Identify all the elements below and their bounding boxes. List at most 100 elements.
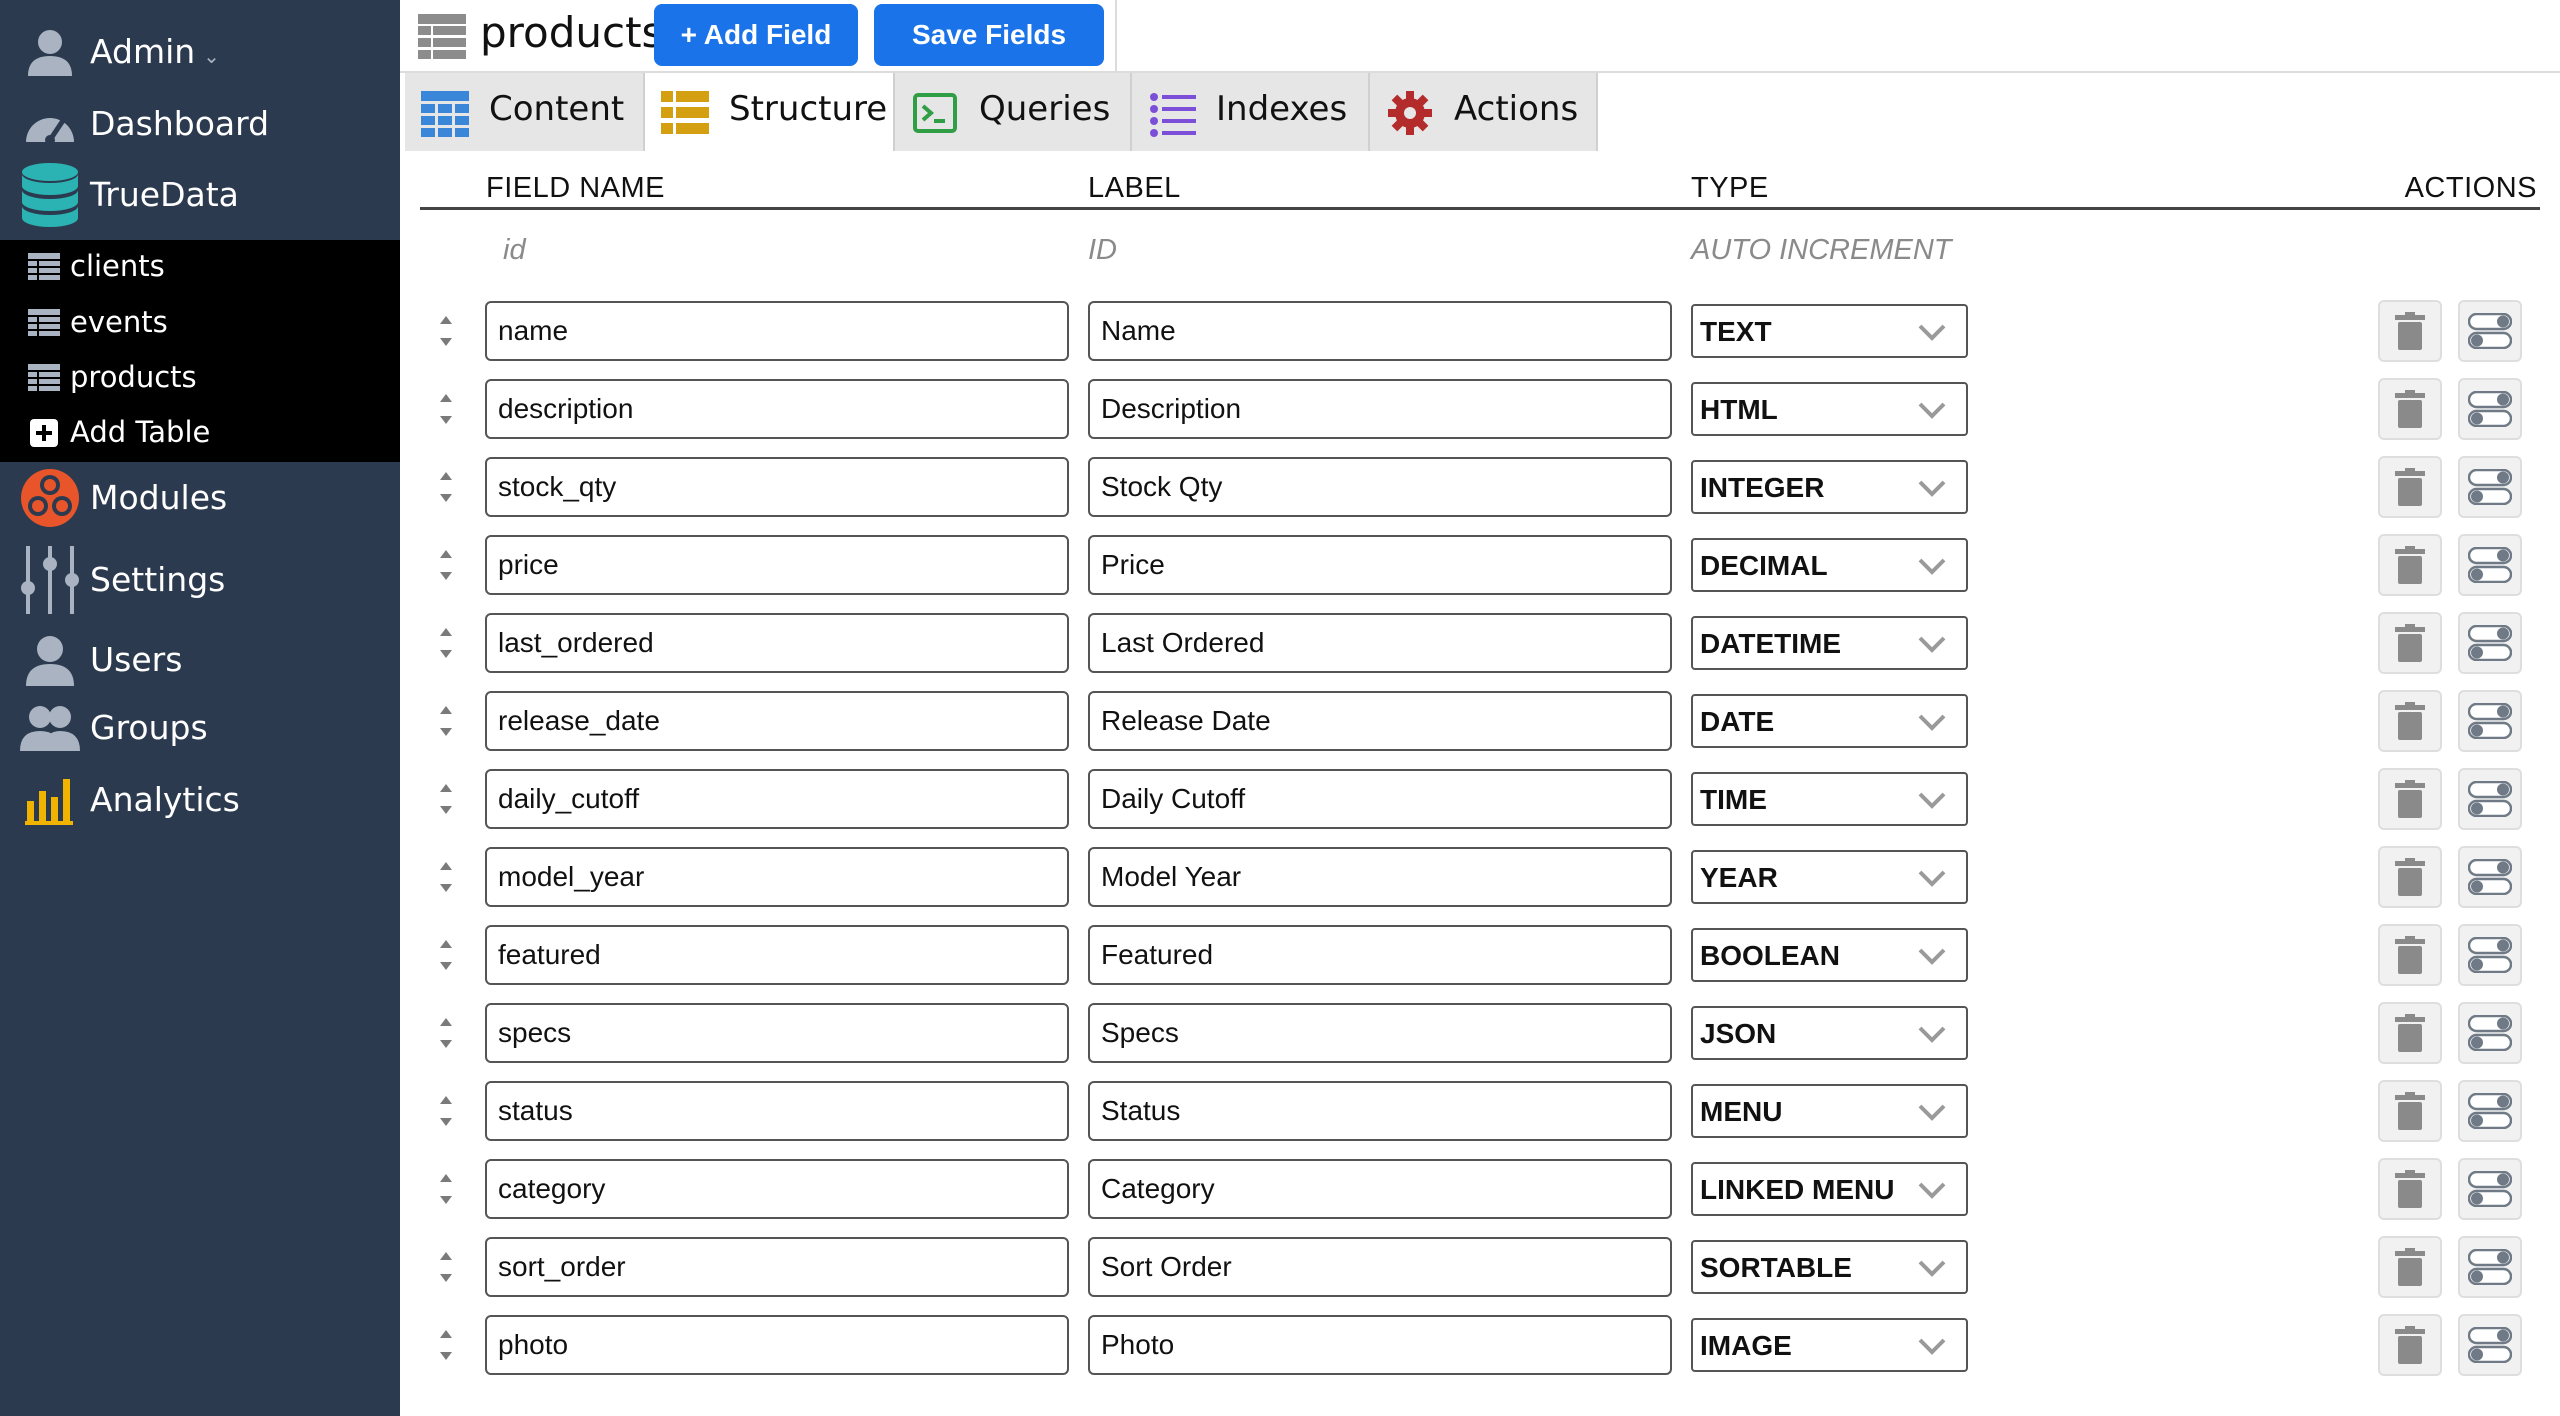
sort-handle-icon[interactable] — [432, 622, 460, 664]
field-label-input[interactable] — [1088, 1081, 1672, 1141]
field-name-input[interactable] — [485, 691, 1069, 751]
field-options-button[interactable] — [2458, 378, 2522, 440]
field-options-button[interactable] — [2458, 1002, 2522, 1064]
sort-handle-icon[interactable] — [432, 1090, 460, 1132]
delete-field-button[interactable] — [2378, 846, 2442, 908]
field-type-select[interactable]: SORTABLE — [1691, 1240, 1968, 1294]
delete-field-button[interactable] — [2378, 690, 2442, 752]
field-name-input[interactable] — [485, 1315, 1069, 1375]
field-name-input[interactable] — [485, 535, 1069, 595]
field-type-select[interactable]: MENU — [1691, 1084, 1968, 1138]
sidebar-item-dashboard[interactable]: Dashboard — [0, 92, 400, 156]
field-options-button[interactable] — [2458, 1236, 2522, 1298]
sort-handle-icon[interactable] — [432, 778, 460, 820]
sort-handle-icon[interactable] — [432, 544, 460, 586]
field-options-button[interactable] — [2458, 456, 2522, 518]
field-type-select[interactable]: TEXT — [1691, 304, 1968, 358]
sort-handle-icon[interactable] — [432, 1324, 460, 1366]
field-type-select[interactable]: DATETIME — [1691, 616, 1968, 670]
sidebar-table-clients[interactable]: clients — [0, 240, 400, 294]
delete-field-button[interactable] — [2378, 924, 2442, 986]
field-options-button[interactable] — [2458, 612, 2522, 674]
sort-handle-icon[interactable] — [432, 934, 460, 976]
field-options-button[interactable] — [2458, 1314, 2522, 1376]
field-name-input[interactable] — [485, 379, 1069, 439]
tab-actions[interactable]: Actions — [1370, 73, 1598, 151]
toggle-options-icon — [2468, 937, 2512, 973]
tab-content[interactable]: Content — [405, 73, 645, 151]
field-label-input[interactable] — [1088, 847, 1672, 907]
field-name-input[interactable] — [485, 847, 1069, 907]
field-type-select[interactable]: DATE — [1691, 694, 1968, 748]
tab-indexes[interactable]: Indexes — [1132, 73, 1370, 151]
tab-structure[interactable]: Structure — [645, 73, 895, 151]
field-type-select[interactable]: YEAR — [1691, 850, 1968, 904]
sidebar-item-truedata[interactable]: TrueData — [0, 162, 400, 228]
delete-field-button[interactable] — [2378, 1158, 2442, 1220]
field-label-input[interactable] — [1088, 535, 1672, 595]
sort-handle-icon[interactable] — [432, 388, 460, 430]
delete-field-button[interactable] — [2378, 534, 2442, 596]
field-type-value: LINKED MENU — [1700, 1174, 1895, 1205]
field-type-value: IMAGE — [1700, 1330, 1792, 1361]
delete-field-button[interactable] — [2378, 1080, 2442, 1142]
field-label-input[interactable] — [1088, 1237, 1672, 1297]
field-type-select[interactable]: JSON — [1691, 1006, 1968, 1060]
field-options-button[interactable] — [2458, 768, 2522, 830]
field-name-input[interactable] — [485, 769, 1069, 829]
delete-field-button[interactable] — [2378, 1236, 2442, 1298]
field-label-input[interactable] — [1088, 1003, 1672, 1063]
field-label-input[interactable] — [1088, 925, 1672, 985]
sort-handle-icon[interactable] — [432, 700, 460, 742]
field-label-input[interactable] — [1088, 1159, 1672, 1219]
sort-handle-icon[interactable] — [432, 1246, 460, 1288]
field-type-select[interactable]: IMAGE — [1691, 1318, 1968, 1372]
field-options-button[interactable] — [2458, 690, 2522, 752]
delete-field-button[interactable] — [2378, 612, 2442, 674]
field-options-button[interactable] — [2458, 846, 2522, 908]
field-name-input[interactable] — [485, 613, 1069, 673]
field-options-button[interactable] — [2458, 924, 2522, 986]
delete-field-button[interactable] — [2378, 378, 2442, 440]
field-name-input[interactable] — [485, 1081, 1069, 1141]
field-label-input[interactable] — [1088, 457, 1672, 517]
toggle-options-icon — [2468, 859, 2512, 895]
field-label-input[interactable] — [1088, 379, 1672, 439]
field-type-select[interactable]: HTML — [1691, 382, 1968, 436]
field-label-input[interactable] — [1088, 769, 1672, 829]
field-type-select[interactable]: DECIMAL — [1691, 538, 1968, 592]
field-name-input[interactable] — [485, 1003, 1069, 1063]
tab-queries[interactable]: Queries — [895, 73, 1132, 151]
field-type-select[interactable]: TIME — [1691, 772, 1968, 826]
field-type-select[interactable]: BOOLEAN — [1691, 928, 1968, 982]
field-label-input[interactable] — [1088, 1315, 1672, 1375]
delete-field-button[interactable] — [2378, 768, 2442, 830]
field-label-input[interactable] — [1088, 691, 1672, 751]
field-label-input[interactable] — [1088, 613, 1672, 673]
field-options-button[interactable] — [2458, 1080, 2522, 1142]
field-label-input[interactable] — [1088, 301, 1672, 361]
field-type-select[interactable]: INTEGER — [1691, 460, 1968, 514]
sort-handle-icon[interactable] — [432, 1168, 460, 1210]
field-name-input[interactable] — [485, 1237, 1069, 1297]
sort-handle-icon[interactable] — [432, 466, 460, 508]
field-name-input[interactable] — [485, 1159, 1069, 1219]
delete-field-button[interactable] — [2378, 1314, 2442, 1376]
field-options-button[interactable] — [2458, 534, 2522, 596]
delete-field-button[interactable] — [2378, 456, 2442, 518]
field-name-input[interactable] — [485, 925, 1069, 985]
sort-handle-icon[interactable] — [432, 856, 460, 898]
add-field-button[interactable]: + Add Field — [654, 4, 858, 66]
field-type-select[interactable]: LINKED MENU — [1691, 1162, 1968, 1216]
delete-field-button[interactable] — [2378, 300, 2442, 362]
save-fields-button[interactable]: Save Fields — [874, 4, 1104, 66]
sort-handle-icon[interactable] — [432, 310, 460, 352]
sidebar-item-label: Dashboard — [90, 104, 270, 143]
field-name-input[interactable] — [485, 457, 1069, 517]
delete-field-button[interactable] — [2378, 1002, 2442, 1064]
field-options-button[interactable] — [2458, 300, 2522, 362]
field-name-input[interactable] — [485, 301, 1069, 361]
field-options-button[interactable] — [2458, 1158, 2522, 1220]
sort-handle-icon[interactable] — [432, 1012, 460, 1054]
admin-menu[interactable]: Admin ⌄ — [0, 20, 400, 84]
